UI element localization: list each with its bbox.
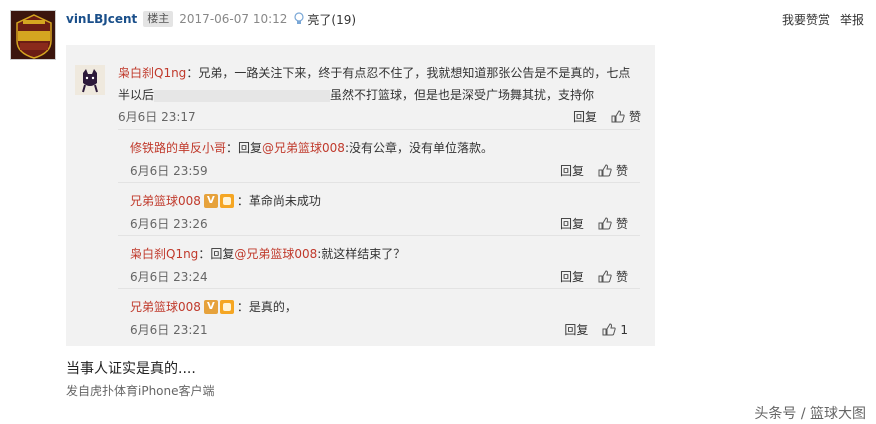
comment-author[interactable]: 兄弟篮球008 bbox=[130, 192, 201, 209]
user-avatar[interactable] bbox=[10, 10, 56, 60]
sub-comment-text: 修铁路的单反小哥 ：回复 @兄弟篮球008:没有公章，没有单位落款。 bbox=[130, 139, 493, 156]
comment-author[interactable]: 枭白刹Q1ng bbox=[130, 245, 198, 262]
watermark: 头条号 / 篮球大图 bbox=[754, 406, 866, 422]
comment-body: ：革命尚未成功 bbox=[236, 194, 321, 208]
thumbs-up-icon[interactable] bbox=[598, 217, 612, 230]
comment-body: ：是真的， bbox=[236, 300, 297, 314]
reply-prefix: ：回复 bbox=[226, 141, 263, 155]
blurred-text bbox=[154, 89, 331, 102]
comment-text-continued: 半以后 bbox=[118, 88, 155, 102]
like-button[interactable]: 赞 bbox=[629, 108, 641, 125]
comment-timestamp: 6月6日 23:24 bbox=[130, 270, 208, 284]
sub-comment: 兄弟篮球008 V ：是真的， 6月6日 23:21 回复 1 bbox=[118, 288, 640, 341]
sub-comment-list: 修铁路的单反小哥 ：回复 @兄弟篮球008:没有公章，没有单位落款。 6月6日 23:… bbox=[118, 129, 640, 341]
comment-timestamp: 6月6日 23:59 bbox=[130, 164, 208, 178]
mention-link[interactable]: @兄弟篮球008 bbox=[234, 245, 317, 262]
reply-button[interactable]: 回复 bbox=[560, 162, 584, 179]
report-button[interactable]: 举报 bbox=[840, 11, 864, 28]
thumbs-up-icon[interactable] bbox=[598, 270, 612, 283]
verified-badge: V bbox=[203, 299, 218, 314]
sub-comment-text: 兄弟篮球008 V ：革命尚未成功 bbox=[130, 192, 321, 209]
comment-body: :就这样结束了？ bbox=[317, 247, 406, 261]
comment-actions: 回复 1 bbox=[564, 321, 628, 338]
first-comment: 枭白刹Q1ng：兄弟，一路关注下来，终于有点忍不住了，我就想知道那张公告是不是真… bbox=[118, 62, 638, 106]
thumbs-up-icon[interactable] bbox=[602, 323, 617, 336]
post-source: 发自虎扑体育iPhone客户端 bbox=[66, 384, 215, 398]
owner-badge: 楼主 bbox=[143, 11, 174, 27]
username-link[interactable]: vinLBJcent bbox=[66, 12, 137, 26]
comment-timestamp: 6月6日 23:26 bbox=[130, 217, 208, 231]
like-button[interactable]: 1 bbox=[620, 323, 628, 337]
comment-actions: 回复 赞 bbox=[560, 268, 628, 285]
member-badge-icon bbox=[219, 193, 234, 208]
sub-comment-text: 枭白刹Q1ng ：回复 @兄弟篮球008:就这样结束了？ bbox=[130, 245, 405, 262]
comment-timestamp: 6月6日 23:21 bbox=[130, 323, 208, 337]
comment-actions: 回复 赞 bbox=[560, 215, 628, 232]
thumbs-up-icon[interactable] bbox=[598, 164, 612, 177]
like-button[interactable]: 赞 bbox=[616, 215, 628, 232]
comment-author[interactable]: 兄弟篮球008 bbox=[130, 298, 201, 315]
post-header: vinLBJcent 楼主 2017-06-07 10:12 亮了(19) bbox=[66, 11, 356, 27]
like-button[interactable]: 赞 bbox=[616, 162, 628, 179]
comment-actions: 回复 赞 bbox=[573, 108, 641, 125]
post-actions: 我要赞赏 举报 bbox=[782, 11, 864, 28]
sub-comment: 枭白刹Q1ng ：回复 @兄弟篮球008:就这样结束了？ 6月6日 23:24 回复 赞 bbox=[118, 235, 640, 288]
comment-author[interactable]: 枭白刹Q1ng bbox=[118, 66, 186, 80]
thumbs-up-icon[interactable] bbox=[611, 110, 625, 123]
sub-comment: 修铁路的单反小哥 ：回复 @兄弟篮球008:没有公章，没有单位落款。 6月6日 23:… bbox=[118, 129, 640, 182]
like-button[interactable]: 赞 bbox=[616, 268, 628, 285]
verified-badge: V bbox=[203, 193, 218, 208]
comment-text-end: 虽然不打篮球，但是也是深受广场舞其扰，支持你 bbox=[330, 88, 595, 102]
sub-comment: 兄弟篮球008 V ：革命尚未成功 6月6日 23:26 回复 赞 bbox=[118, 182, 640, 235]
reply-button[interactable]: 回复 bbox=[564, 321, 588, 338]
reply-button[interactable]: 回复 bbox=[573, 108, 597, 125]
light-count[interactable]: 亮了(19) bbox=[307, 11, 356, 28]
quoted-reply-box: 枭白刹Q1ng：兄弟，一路关注下来，终于有点忍不住了，我就想知道那张公告是不是真… bbox=[66, 45, 655, 346]
reply-button[interactable]: 回复 bbox=[560, 215, 584, 232]
reply-button[interactable]: 回复 bbox=[560, 268, 584, 285]
post-timestamp: 2017-06-07 10:12 bbox=[179, 12, 288, 26]
comment-actions: 回复 赞 bbox=[560, 162, 628, 179]
comment-author[interactable]: 修铁路的单反小哥 bbox=[130, 139, 226, 156]
comment-body: :没有公章，没有单位落款。 bbox=[344, 141, 493, 155]
post-body: 当事人证实是真的.... bbox=[66, 361, 196, 377]
lightbulb-icon[interactable] bbox=[293, 12, 305, 26]
comment-text: ：兄弟，一路关注下来，终于有点忍不住了，我就想知道那张公告是不是真的，七点 bbox=[186, 66, 631, 80]
comment-timestamp: 6月6日 23:17 bbox=[118, 110, 196, 124]
member-badge-icon bbox=[219, 299, 234, 314]
commenter-avatar[interactable] bbox=[75, 65, 105, 95]
sub-comment-text: 兄弟篮球008 V ：是真的， bbox=[130, 298, 297, 315]
mention-link[interactable]: @兄弟篮球008 bbox=[262, 139, 345, 156]
reply-prefix: ：回复 bbox=[198, 247, 235, 261]
tip-button[interactable]: 我要赞赏 bbox=[782, 11, 830, 28]
